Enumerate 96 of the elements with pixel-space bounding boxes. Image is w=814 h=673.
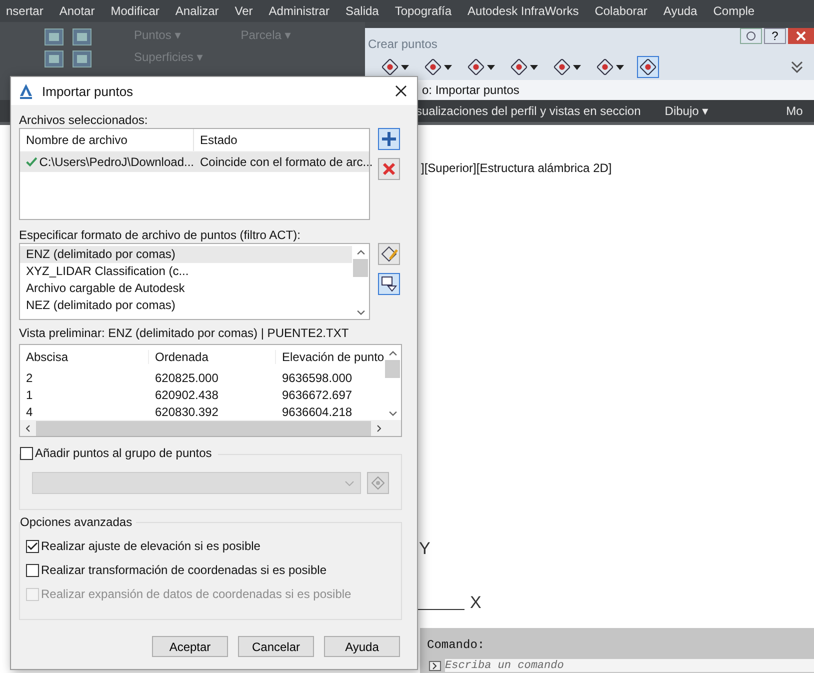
menu-item[interactable]: Autodesk InfraWorks — [468, 4, 579, 18]
command-prompt: Comando: — [426, 637, 486, 654]
check-icon — [27, 542, 38, 550]
group-checkbox[interactable]: Añadir puntos al grupo de puntos — [20, 446, 218, 460]
column-header[interactable]: Abscisa — [20, 350, 149, 364]
dialog-title: Importar puntos — [42, 84, 134, 98]
table-cell-text: 620830.392 — [154, 404, 220, 418]
edit-format-icon[interactable] — [378, 243, 400, 265]
preview-label: Vista preliminar: ENZ (delimitado por comas) | PUENTE2.TXT — [19, 326, 350, 341]
point-tool-button[interactable] — [508, 56, 541, 78]
caret-icon — [401, 64, 409, 70]
point-tool-button[interactable] — [594, 56, 627, 78]
menu-item[interactable]: Administrar — [268, 4, 330, 18]
menu-item[interactable]: Anotar — [59, 4, 95, 18]
menu-item[interactable]: Salida — [345, 4, 379, 18]
column-header[interactable]: Ordenada — [149, 350, 276, 364]
table-cell-text: 620825.000 — [154, 370, 220, 384]
menu-item[interactable]: nsertar — [6, 4, 44, 18]
delete-icon[interactable] — [378, 158, 400, 180]
column-header[interactable]: Estado — [194, 133, 238, 147]
menu-item[interactable]: Modificar — [110, 4, 160, 18]
point-tool-button[interactable] — [379, 56, 412, 78]
point-tool-button[interactable] — [465, 56, 498, 78]
pin-icon[interactable] — [740, 28, 762, 44]
menu-item[interactable]: Ayuda — [663, 4, 698, 18]
caret-icon — [487, 64, 495, 70]
section-label: Especificar formato de archivo de puntos (filtro ACT): — [19, 228, 302, 243]
point-tool-button[interactable] — [422, 56, 455, 78]
app-icon — [19, 83, 33, 99]
point-icon — [640, 59, 656, 75]
menu-item[interactable]: Topografía — [394, 4, 452, 18]
command-field[interactable]: Escriba un comando — [445, 659, 814, 672]
table-cell-text: 620902.438 — [154, 388, 220, 402]
tool-icon[interactable] — [72, 28, 92, 46]
point-icon — [425, 59, 441, 75]
format-manager-icon[interactable] — [378, 273, 400, 295]
ribbon-tab[interactable]: Dibujo ▾ — [640, 104, 732, 118]
point-icon — [382, 59, 398, 75]
format-item[interactable]: XYZ_LIDAR Classification (c... — [20, 263, 352, 280]
dialog-button[interactable]: Aceptar — [152, 636, 228, 657]
format-item[interactable]: Archivo cargable de Autodesk — [20, 280, 352, 297]
menu-item[interactable]: Comple — [713, 4, 755, 18]
viewport-label[interactable]: ][Superior][Estructura alámbrica 2D] — [421, 161, 612, 175]
option-checkbox[interactable]: Realizar ajuste de elevación si es posible — [26, 539, 393, 553]
ribbon-tab[interactable]: Mo — [762, 104, 803, 118]
scroll-down-icon[interactable] — [388, 411, 397, 416]
toolbar-title: Crear puntos — [368, 36, 438, 51]
table-cell-text: 9636672.697 — [281, 388, 352, 402]
table-cell-text: 9636604.218 — [281, 404, 352, 418]
scroll-thumb[interactable] — [385, 360, 400, 378]
scroll-up-icon[interactable] — [356, 250, 364, 255]
point-icon — [554, 59, 570, 75]
table-cell-text: 1 — [25, 388, 34, 402]
column-header[interactable]: Elevación de punto — [276, 350, 384, 364]
caret-icon — [530, 64, 538, 70]
point-icon — [511, 59, 527, 75]
scroll-right-icon[interactable] — [377, 424, 381, 432]
axis-label: Y — [419, 539, 430, 559]
horizontal-scrollbar[interactable] — [20, 420, 401, 436]
caret-icon — [345, 480, 354, 486]
tool-icon[interactable] — [44, 50, 64, 68]
point-tool-button[interactable] — [637, 56, 659, 78]
table-cell-text: 2 — [25, 370, 34, 384]
scroll-thumb[interactable] — [353, 259, 368, 277]
table-cell-text: 9636598.000 — [281, 370, 352, 384]
file-name: C:\Users\PedroJ\Download... — [39, 155, 194, 169]
tool-icon[interactable] — [44, 28, 64, 46]
format-item[interactable]: ENZ (delimitado por comas) — [20, 246, 352, 263]
check-icon — [26, 156, 38, 168]
menu-item[interactable]: Colaborar — [594, 4, 648, 18]
menu-item[interactable]: Analizar — [175, 4, 219, 18]
scroll-up-icon[interactable] — [388, 351, 397, 356]
dialog-button[interactable]: Ayuda — [324, 636, 400, 657]
expand-icon[interactable] — [790, 60, 804, 74]
prompt-icon[interactable] — [429, 660, 441, 670]
format-item[interactable]: NEZ (delimitado por comas) — [20, 297, 352, 314]
column-header[interactable]: Nombre de archivo — [20, 129, 194, 151]
tool-icon[interactable] — [72, 50, 92, 68]
axis-label: X — [470, 593, 482, 613]
section-label: Archivos seleccionados: — [19, 113, 149, 128]
caret-icon — [616, 64, 624, 70]
scroll-down-icon[interactable] — [356, 310, 364, 315]
point-icon — [468, 59, 484, 75]
caret-icon — [444, 64, 452, 70]
table-cell-text: 4 — [25, 404, 34, 418]
scroll-left-icon[interactable] — [26, 424, 30, 432]
add-file-icon[interactable] — [378, 128, 400, 150]
point-icon — [597, 59, 613, 75]
point-tool-button[interactable] — [551, 56, 584, 78]
help-button[interactable]: ? — [764, 28, 786, 44]
menu-item[interactable]: Ver — [234, 4, 253, 18]
dialog-button[interactable]: Cancelar — [238, 636, 314, 657]
close-icon[interactable] — [395, 85, 407, 97]
option-checkbox[interactable]: Realizar transformación de coordenadas si es posible — [26, 563, 393, 577]
caret-icon — [573, 64, 581, 70]
group-title: Opciones avanzadas — [20, 515, 136, 529]
